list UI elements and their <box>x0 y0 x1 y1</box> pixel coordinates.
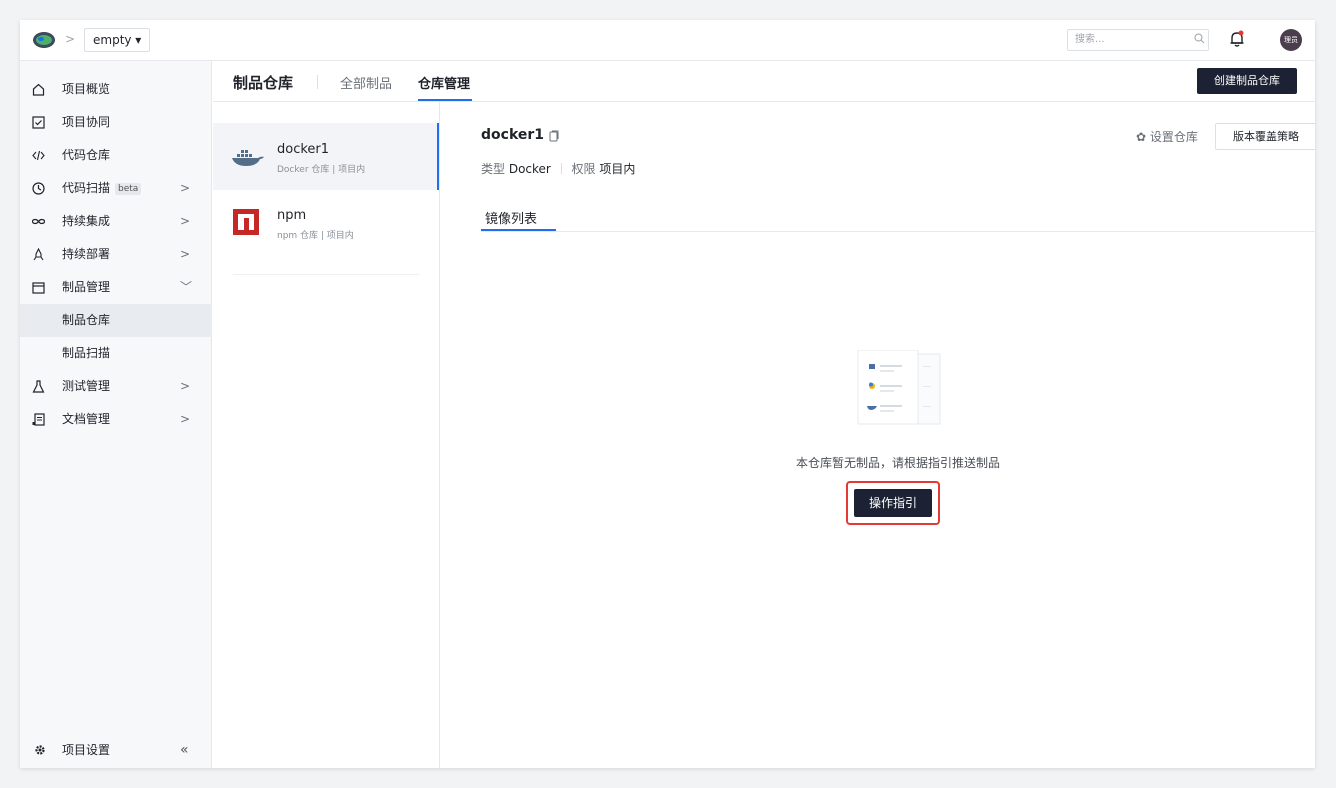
sidebar-item-ci[interactable]: 持续集成 > <box>20 205 212 238</box>
project-selector[interactable]: empty ▾ <box>84 28 151 52</box>
repo-meta: npm 仓库 | 项目内 <box>277 231 354 241</box>
docker-icon <box>232 150 264 166</box>
sidebar-item-label: 持续部署 <box>62 247 111 261</box>
sidebar-item-artifact-scan[interactable]: 制品扫描 <box>20 337 212 370</box>
sidebar-item-label: 测试管理 <box>62 379 111 393</box>
scan-icon <box>32 182 45 195</box>
repo-meta: Docker 仓库 | 项目内 <box>277 165 366 175</box>
collapse-sidebar-icon[interactable]: « <box>180 732 189 768</box>
project-settings-link[interactable]: 项目设置 <box>62 732 110 768</box>
repo-name: docker1 <box>277 142 330 157</box>
avatar[interactable]: 理员 <box>1280 29 1302 51</box>
top-bar: > empty ▾ 搜索... 理员 <box>20 20 1315 61</box>
chevron-down-icon: ﹀ <box>180 280 193 294</box>
divider <box>233 274 419 275</box>
sidebar-footer: 项目设置 « <box>20 732 212 768</box>
sidebar-item-label: 文档管理 <box>62 412 111 426</box>
repo-permission-value: 项目内 <box>599 162 636 176</box>
title-divider <box>317 75 318 89</box>
sidebar-item-label: 代码扫描 beta <box>62 172 142 205</box>
sidebar: 项目概览 项目协同 代码仓库 代码扫描 beta > 持续集成 > 持续部署 > … <box>20 61 212 768</box>
sidebar-item-label: 代码仓库 <box>62 148 111 162</box>
repo-settings-link[interactable]: ✿ 设置仓库 <box>1136 128 1198 145</box>
chevron-right-icon: > <box>180 247 191 261</box>
gear-icon <box>35 745 45 755</box>
sidebar-item-artifact-repo[interactable]: 制品仓库 <box>20 304 212 337</box>
repo-detail: docker1 类型 Docker 权限 项目内 ✿ 设置仓库 版本覆盖策略 镜… <box>460 102 1315 768</box>
tab-image-list[interactable]: 镜像列表 <box>485 208 537 227</box>
home-icon <box>32 83 45 96</box>
repo-type-value: Docker <box>508 162 551 176</box>
search-input[interactable]: 搜索... <box>1067 29 1209 51</box>
sidebar-item-code-repo[interactable]: 代码仓库 <box>20 139 212 172</box>
sidebar-item-cd[interactable]: 持续部署 > <box>20 238 212 271</box>
check-square-icon <box>32 116 45 129</box>
sidebar-item-label: 制品管理 <box>62 280 111 294</box>
breadcrumb-separator: > <box>65 32 76 46</box>
empty-state-text: 本仓库暂无制品，请根据指引推送制品 <box>795 456 1000 470</box>
sidebar-item-doc-mgmt[interactable]: 文档管理 > <box>20 403 212 436</box>
operation-guide-button[interactable]: 操作指引 <box>854 489 932 517</box>
app-window: > empty ▾ 搜索... 理员 项目概览 项目协同 代码仓库 代码扫描 b… <box>20 20 1315 768</box>
sidebar-item-overview[interactable]: 项目概览 <box>20 73 212 106</box>
sidebar-item-label: 项目协同 <box>62 115 111 129</box>
chevron-right-icon: > <box>180 214 191 228</box>
guide-button-highlight: 操作指引 <box>846 481 940 525</box>
repo-item-npm[interactable]: npm npm 仓库 | 项目内 <box>213 193 439 260</box>
chevron-right-icon: > <box>180 379 191 393</box>
content-header: 制品仓库 全部制品 仓库管理 创建制品仓库 <box>213 61 1315 102</box>
box-icon <box>32 282 45 294</box>
npm-icon <box>233 209 259 235</box>
chevron-right-icon: > <box>180 412 191 426</box>
repo-item-docker1[interactable]: docker1 Docker 仓库 | 项目内 <box>213 123 439 190</box>
repo-title: docker1 <box>481 127 545 143</box>
repo-name: npm <box>277 208 307 223</box>
sidebar-item-artifact-mgmt[interactable]: 制品管理 ﹀ <box>20 271 212 304</box>
rocket-icon <box>33 248 44 261</box>
sidebar-item-label: 持续集成 <box>62 214 111 228</box>
flask-icon <box>32 380 45 393</box>
copy-icon[interactable] <box>549 130 559 142</box>
code-icon <box>32 150 45 161</box>
doc-icon <box>32 413 45 426</box>
sidebar-item-collab[interactable]: 项目协同 <box>20 106 212 139</box>
beta-badge: beta <box>115 183 142 195</box>
empty-state-illustration <box>857 350 941 425</box>
tab-repo-management[interactable]: 仓库管理 <box>418 73 470 92</box>
tab-all-artifacts[interactable]: 全部制品 <box>340 73 392 92</box>
version-policy-button[interactable]: 版本覆盖策略 <box>1215 123 1315 150</box>
notification-bell-icon[interactable] <box>1229 30 1245 48</box>
create-repo-button[interactable]: 创建制品仓库 <box>1197 68 1297 94</box>
app-logo-icon[interactable] <box>32 29 56 51</box>
tab-divider <box>481 231 1315 232</box>
repo-meta-line: 类型 Docker 权限 项目内 <box>481 162 636 176</box>
sidebar-item-label: 项目概览 <box>62 82 111 96</box>
active-tab-indicator <box>418 99 472 101</box>
chevron-right-icon: > <box>180 181 191 195</box>
sidebar-item-label: 制品仓库 <box>62 313 111 327</box>
sidebar-item-test-mgmt[interactable]: 测试管理 > <box>20 370 212 403</box>
gear-icon: ✿ <box>1136 130 1147 144</box>
sidebar-item-label: 制品扫描 <box>62 346 111 360</box>
repo-list: docker1 Docker 仓库 | 项目内 npm npm 仓库 | 项目内 <box>213 102 440 768</box>
page-title: 制品仓库 <box>233 74 294 92</box>
infinity-icon <box>32 218 45 225</box>
sidebar-item-code-scan[interactable]: 代码扫描 beta > <box>20 172 212 205</box>
search-icon[interactable] <box>1194 33 1205 44</box>
